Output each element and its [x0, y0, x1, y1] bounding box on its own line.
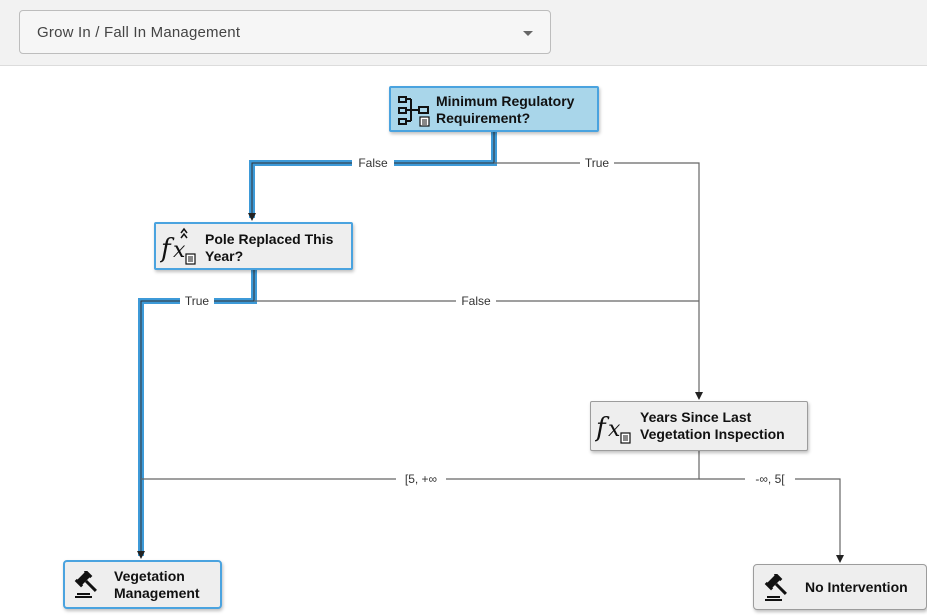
- node-label: Vegetation Management: [114, 568, 200, 601]
- decision-tree-icon: [397, 95, 433, 132]
- edge-root-false: [248, 132, 495, 221]
- edge-label-pole-true: True: [185, 294, 210, 308]
- node-label: Minimum Regulatory Requirement?: [436, 93, 575, 126]
- gavel-icon: [764, 572, 792, 607]
- edge-root-false-highlight: [249, 132, 497, 218]
- edge-label-years-lt5: -∞, 5[: [755, 472, 785, 486]
- edge-label-root-true: True: [585, 156, 610, 170]
- svg-text:x: x: [608, 417, 621, 442]
- node-label: Pole Replaced This Year?: [205, 231, 334, 264]
- gavel-icon: [74, 569, 102, 604]
- edge-root-true: [494, 162, 703, 400]
- edge-label-years-ge5: [5, +∞: [405, 472, 437, 486]
- function-icon: f x: [159, 227, 198, 272]
- node-label: No Intervention: [805, 579, 908, 595]
- node-minimum-regulatory-requirement[interactable]: Minimum Regulatory Requirement?: [389, 86, 599, 132]
- node-years-since-last-inspection[interactable]: f x Years Since Last Vegetation Inspecti…: [590, 401, 808, 451]
- edge-years-lt5: [699, 478, 844, 563]
- edge-pole-true-highlight: [138, 270, 257, 556]
- node-vegetation-management[interactable]: Vegetation Management: [63, 560, 222, 609]
- edge-label-root-false: False: [358, 156, 388, 170]
- function-icon: f x: [594, 406, 633, 451]
- edge-label-pole-false: False: [461, 294, 491, 308]
- node-pole-replaced-this-year[interactable]: f x Pole Replaced This Year?: [154, 222, 353, 270]
- svg-text:x: x: [173, 238, 186, 263]
- node-label: Years Since Last Vegetation Inspection: [640, 409, 785, 442]
- edge-pole-true: [137, 270, 255, 559]
- node-no-intervention[interactable]: No Intervention: [753, 564, 927, 610]
